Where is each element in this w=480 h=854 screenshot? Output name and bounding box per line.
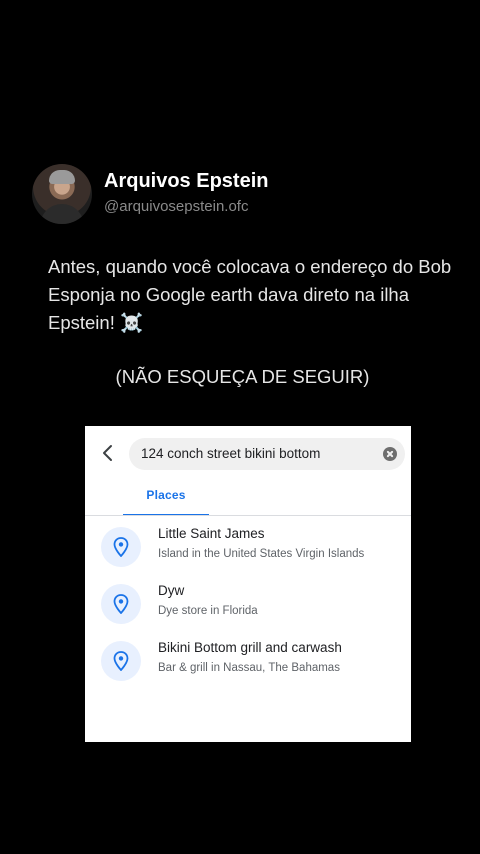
tab-places-label: Places xyxy=(146,488,186,502)
tab-places[interactable]: Places xyxy=(123,488,209,516)
list-item[interactable]: Dyw Dye store in Florida xyxy=(85,580,411,636)
search-input[interactable]: 124 conch street bikini bottom xyxy=(129,438,405,470)
result-title: Bikini Bottom grill and carwash xyxy=(158,640,342,655)
location-pin-icon xyxy=(101,527,141,567)
tab-divider xyxy=(85,515,411,516)
result-subtitle: Bar & grill in Nassau, The Bahamas xyxy=(158,662,340,674)
list-item[interactable]: Little Saint James Island in the United … xyxy=(85,523,411,579)
list-item[interactable]: Bikini Bottom grill and carwash Bar & gr… xyxy=(85,637,411,693)
follow-note: (NÃO ESQUEÇA DE SEGUIR) xyxy=(115,366,370,387)
avatar-shirt xyxy=(40,204,84,224)
location-pin-icon xyxy=(101,641,141,681)
avatar[interactable] xyxy=(32,164,92,224)
clear-icon[interactable] xyxy=(383,447,397,461)
embedded-search-screenshot: 124 conch street bikini bottom Places Li… xyxy=(85,426,411,742)
result-subtitle: Dye store in Florida xyxy=(158,605,258,617)
result-subtitle: Island in the United States Virgin Islan… xyxy=(158,548,365,560)
chevron-left-icon[interactable] xyxy=(97,442,119,464)
search-query: 124 conch street bikini bottom xyxy=(141,446,321,461)
result-title: Little Saint James xyxy=(158,526,265,541)
location-pin-icon xyxy=(101,584,141,624)
result-title: Dyw xyxy=(158,583,185,598)
author-handle[interactable]: @arquivosepstein.ofc xyxy=(104,198,248,215)
post-caption: Antes, quando você colocava o endereço d… xyxy=(48,256,452,333)
avatar-hair xyxy=(49,170,75,184)
author-name[interactable]: Arquivos Epstein xyxy=(104,170,268,193)
